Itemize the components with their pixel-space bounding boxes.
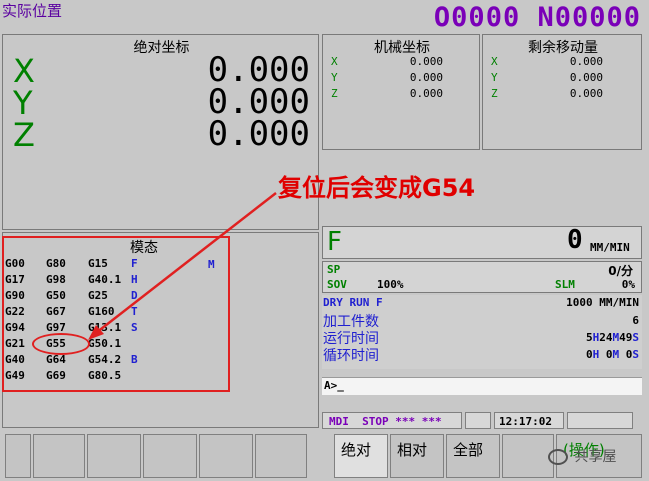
dry-run-value: 1000 MM/MIN xyxy=(566,296,639,309)
cycle-time-label: 循环时间 xyxy=(323,348,379,364)
softkey-blank-4[interactable] xyxy=(143,434,197,478)
run-time-value: 5H24M49S xyxy=(586,331,639,344)
feed-value: 0 xyxy=(567,225,583,255)
softkey-blank-7[interactable] xyxy=(502,434,554,478)
slm-value: 0% xyxy=(621,278,635,291)
wechat-icon xyxy=(548,449,568,465)
softkey-all[interactable]: 全部 xyxy=(446,434,500,478)
status-mode: MDI xyxy=(329,415,349,428)
feed-label: F xyxy=(327,227,342,257)
softkey-blank-6[interactable] xyxy=(255,434,307,478)
sov-value: 100% xyxy=(377,278,404,291)
status-spacer xyxy=(465,412,491,429)
watermark: 共享屋 xyxy=(548,446,616,466)
sp-label: SP xyxy=(327,263,341,276)
feed-panel: F 0 MM/MIN xyxy=(322,225,642,259)
sp-value: 0/分 xyxy=(608,264,633,278)
status-time-box: 12:17:02 xyxy=(494,412,564,429)
status-stars-1: *** xyxy=(395,415,416,428)
input-prompt: A>_ xyxy=(324,379,344,392)
softkey-relative[interactable]: 相对 xyxy=(390,434,444,478)
softkey-blank-2[interactable] xyxy=(33,434,85,478)
sov-label: SOV xyxy=(327,278,347,291)
softkey-absolute-label: 绝对 xyxy=(341,441,372,459)
softkey-absolute[interactable]: 绝对 xyxy=(334,434,388,478)
softkey-all-label: 全部 xyxy=(453,441,484,459)
slm-label: SLM xyxy=(555,278,575,291)
softkey-blank-1[interactable] xyxy=(5,434,31,478)
status-stars-2: *** xyxy=(421,415,442,428)
parts-count-value: 6 xyxy=(632,314,639,327)
cycle-time-value: 0H 0M 0S xyxy=(586,348,639,361)
watermark-text: 共享屋 xyxy=(574,449,617,465)
status-mode-box: MDI STOP *** *** xyxy=(322,412,462,429)
softkey-blank-3[interactable] xyxy=(87,434,141,478)
status-time: 12:17:02 xyxy=(499,415,552,428)
status-spacer-2 xyxy=(567,412,633,429)
input-line[interactable]: A>_ xyxy=(322,377,642,395)
status-bar: MDI STOP *** *** 12:17:02 xyxy=(322,412,634,429)
dry-run-label: DRY RUN F xyxy=(323,296,383,309)
status-state: STOP xyxy=(362,415,389,428)
annotation-text: 复位后会变成G54 xyxy=(278,174,476,202)
spindle-panel: SP 0/分 SOV 100% SLM 0% xyxy=(322,261,642,293)
softkey-relative-label: 相对 xyxy=(397,441,428,459)
feed-unit: MM/MIN xyxy=(590,241,630,254)
softkey-blank-5[interactable] xyxy=(199,434,253,478)
